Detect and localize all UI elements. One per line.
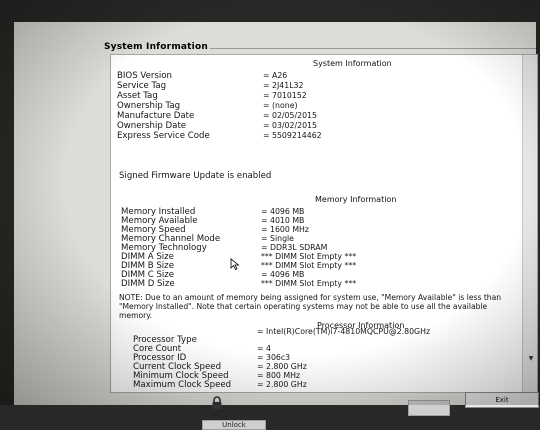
row-value: = A26	[263, 71, 288, 80]
memory-note-text: NOTE: Due to an amount of memory being a…	[119, 293, 502, 320]
row-value: *** DIMM Slot Empty ***	[261, 261, 357, 270]
row-value: = 4096 MB	[261, 270, 305, 279]
row-label: Ownership Date	[117, 121, 187, 131]
row-value: = DDR3L SDRAM	[261, 243, 328, 252]
row-value: = 4010 MB	[261, 216, 305, 225]
row-value: = (none)	[263, 101, 298, 110]
apply-button[interactable]	[408, 400, 450, 416]
scrollbar[interactable]: ▼	[522, 55, 537, 392]
row-label: Service Tag	[117, 81, 167, 91]
row-value: = 2J41L32	[263, 81, 304, 90]
mouse-pointer-icon	[230, 258, 240, 270]
row-value: = 4096 MB	[261, 207, 305, 216]
row-label: Express Service Code	[117, 131, 210, 141]
row-value: = 2.800 GHz	[257, 380, 307, 389]
row-label: Manufacture Date	[117, 111, 195, 121]
row-label: Maximum Clock Speed	[133, 380, 232, 390]
row-value: = 1600 MHz	[261, 225, 310, 234]
title-divider	[210, 48, 536, 49]
lock-icon	[212, 396, 222, 409]
unlock-button[interactable]: Unlock	[202, 420, 266, 430]
row-value: = 306c3	[257, 353, 291, 362]
row-label: Ownership Tag	[117, 101, 181, 111]
info-panel: System Information BIOS Version = A26 Se…	[110, 54, 538, 393]
row-value: = 7010152	[263, 91, 307, 100]
row-value: = Single	[261, 234, 294, 243]
scroll-down-arrow-icon[interactable]: ▼	[527, 356, 535, 362]
info-content: System Information BIOS Version = A26 Se…	[111, 55, 521, 392]
memory-info-heading: Memory Information	[315, 195, 397, 204]
row-label: Asset Tag	[117, 91, 158, 101]
firmware-status-text: Signed Firmware Update is enabled	[119, 171, 272, 181]
row-label: DIMM D Size	[121, 279, 175, 289]
system-info-heading: System Information	[313, 59, 392, 68]
panel-title: System Information	[104, 42, 208, 52]
exit-button[interactable]: Exit	[465, 392, 539, 408]
row-value: = Intel(R)Core(TM)i7-4810MQCPU@2.80GHz	[257, 327, 431, 336]
row-value: = 2.800 GHz	[257, 362, 307, 371]
row-value: = 800 MHz	[257, 371, 301, 380]
row-value: = 4	[257, 344, 271, 353]
row-value: = 5509214462	[263, 131, 322, 140]
row-value: = 02/05/2015	[263, 111, 317, 120]
row-value: = 03/02/2015	[263, 121, 317, 130]
row-value: *** DIMM Slot Empty ***	[261, 252, 357, 261]
row-label: BIOS Version	[117, 71, 172, 81]
row-value: *** DIMM Slot Empty ***	[261, 279, 357, 288]
bios-screen: System Information System Information BI…	[14, 22, 539, 430]
